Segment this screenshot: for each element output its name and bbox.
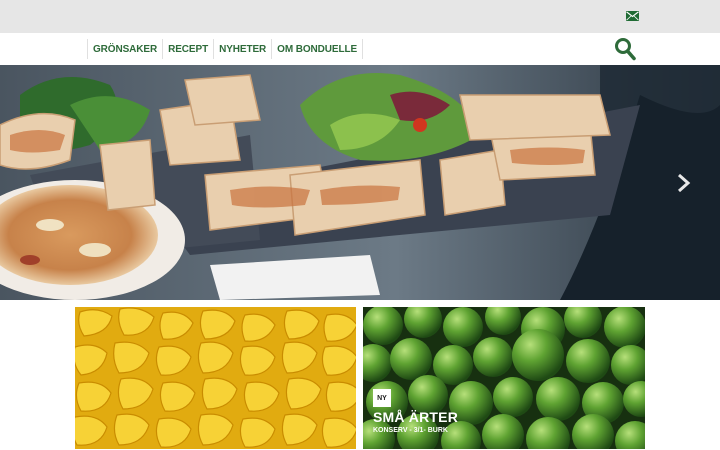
top-utility-bar — [0, 0, 720, 33]
nav-item-nyheter[interactable]: NYHETER — [213, 39, 271, 59]
nav-item-label: NYHETER — [219, 43, 267, 55]
nav-item-label: GRÖNSAKER — [93, 43, 158, 55]
nav-item-label: OM BONDUELLE — [277, 43, 358, 55]
product-title[interactable]: SMÅ ÄRTER — [373, 409, 458, 425]
mail-icon[interactable] — [626, 11, 639, 21]
nav-menu: GRÖNSAKER RECEPT NYHETER OM BONDUELLE — [87, 39, 364, 59]
hero-image — [0, 65, 720, 300]
nav-item-recept[interactable]: RECEPT — [162, 39, 213, 59]
nav-item-om-bonduelle[interactable]: OM BONDUELLE — [271, 39, 364, 59]
nav-item-gronsaker[interactable]: GRÖNSAKER — [87, 39, 162, 59]
product-subtitle: KONSERV - 3/1- BURK — [373, 427, 448, 434]
hero-food-photo — [0, 65, 720, 300]
new-badge: NY — [373, 389, 391, 407]
chevron-right-icon[interactable] — [676, 173, 692, 193]
main-navigation: GRÖNSAKER RECEPT NYHETER OM BONDUELLE — [0, 33, 720, 65]
product-tile-corn[interactable] — [75, 307, 356, 449]
search-icon[interactable] — [614, 37, 636, 61]
corn-photo — [75, 307, 356, 449]
nav-item-label: RECEPT — [168, 43, 209, 55]
